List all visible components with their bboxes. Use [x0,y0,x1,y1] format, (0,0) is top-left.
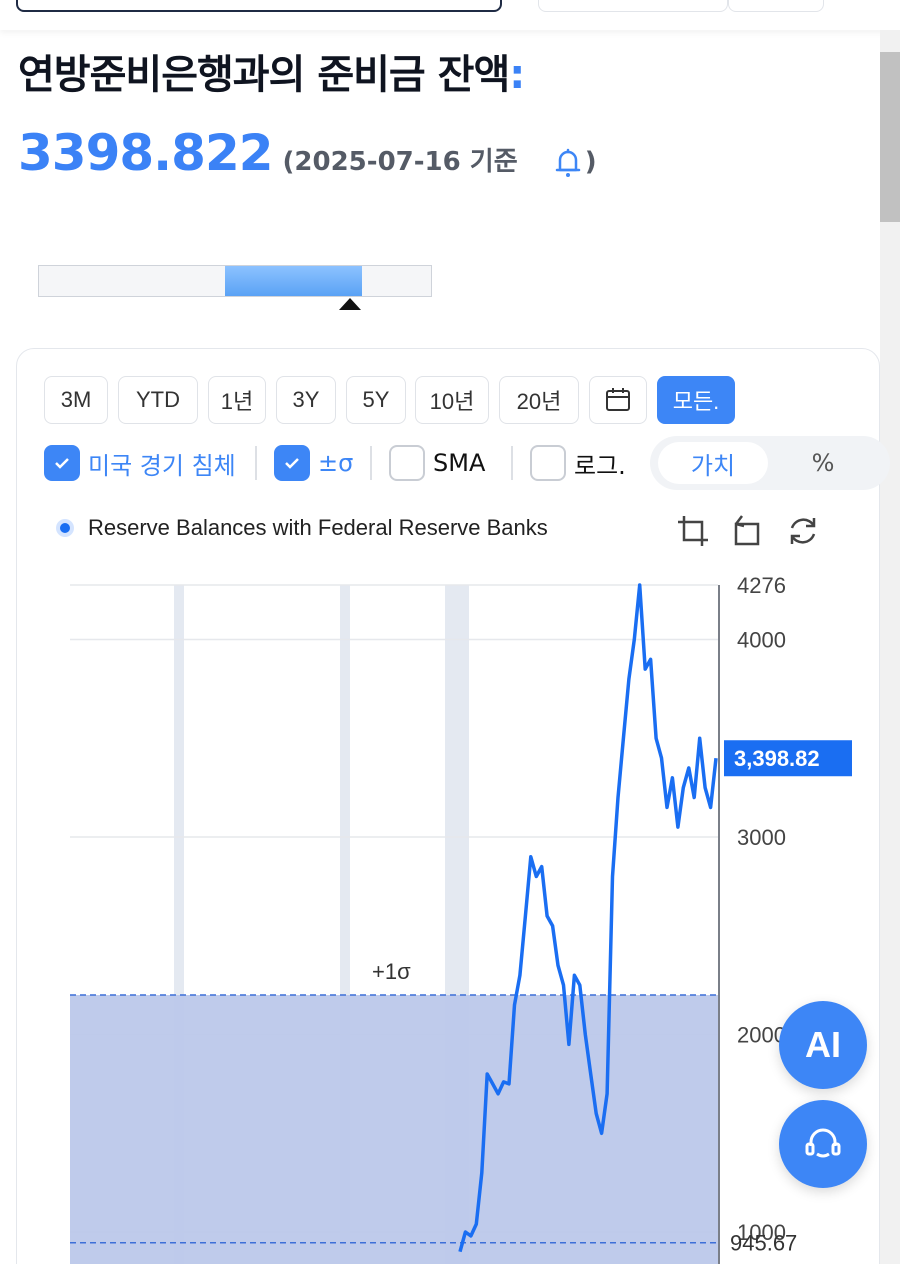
current-value: 3398.822 [18,124,274,182]
y-tick-label: 4000 [737,628,786,653]
sma-label: SMA [433,449,486,477]
header-button-secondary[interactable] [728,0,824,12]
sigma-lower-label: 945.67 [730,1231,797,1256]
sigma-checkbox[interactable] [274,445,310,481]
divider [370,446,372,480]
headset-icon [805,1128,841,1158]
log-checkbox[interactable] [530,445,566,481]
option-sma[interactable]: SMA [389,444,485,482]
bell-icon[interactable] [551,146,585,180]
range-bar-fill [225,266,362,296]
sigma-band [70,994,718,1264]
recession-label: 미국 경기 침체 [88,451,236,480]
legend-series-name: Reserve Balances with Federal Reserve Ba… [88,515,548,540]
support-button[interactable] [779,1100,867,1188]
ai-assistant-button[interactable]: AI [779,1001,867,1089]
as-of-date: (2025-07-16 기준 ) [283,141,597,180]
check-icon [55,458,69,469]
calendar-icon [606,388,630,411]
top-bar [0,0,900,30]
option-sigma[interactable]: ±σ [274,444,353,482]
reset-icon[interactable] [784,512,822,550]
sma-checkbox[interactable] [389,445,425,481]
check-icon [285,458,299,469]
crop-icon[interactable] [674,512,712,550]
period-10y[interactable]: 10년 [415,376,489,424]
period-3y[interactable]: 3Y [276,376,336,424]
page-title: 연방준비은행과의 준비금 잔액: [18,52,525,98]
y-tick-label: 3000 [737,825,786,850]
undo-zoom-icon[interactable] [728,512,766,550]
period-3m[interactable]: 3M [44,376,108,424]
header-button[interactable] [538,0,728,12]
sigma-upper-label: +1σ [372,959,411,984]
log-label: 로그. [574,451,626,480]
divider [255,446,257,480]
divider [511,446,513,480]
current-value-label: 3,398.82 [734,746,820,771]
period-1y[interactable]: 1년 [208,376,266,424]
period-5y[interactable]: 5Y [346,376,406,424]
y-tick-label: 4276 [737,573,786,598]
search-box[interactable] [16,0,502,12]
value-percent-toggle: 가치 % [650,436,890,490]
line-chart[interactable]: 42764000300020001000 3,398.82+1σ945.67 [0,560,880,1264]
period-20y[interactable]: 20년 [499,376,579,424]
period-all[interactable]: 모든. [657,376,735,424]
range-marker-icon [339,298,361,310]
toggle-value[interactable]: 가치 [658,442,768,484]
calendar-button[interactable] [589,376,647,424]
value-row: 3398.822 (2025-07-16 기준 ) [18,124,597,182]
chart-legend[interactable]: Reserve Balances with Federal Reserve Ba… [56,515,548,541]
range-bar[interactable] [38,265,432,297]
scrollbar-thumb[interactable] [880,52,900,222]
recession-checkbox[interactable] [44,445,80,481]
sigma-label: ±σ [318,449,354,477]
toggle-percent[interactable]: % [778,442,868,484]
sigma-band-fill [70,995,718,1264]
option-log[interactable]: 로그. [530,444,626,482]
period-ytd[interactable]: YTD [118,376,198,424]
option-recession[interactable]: 미국 경기 침체 [44,444,236,482]
legend-dot-icon [56,519,74,537]
